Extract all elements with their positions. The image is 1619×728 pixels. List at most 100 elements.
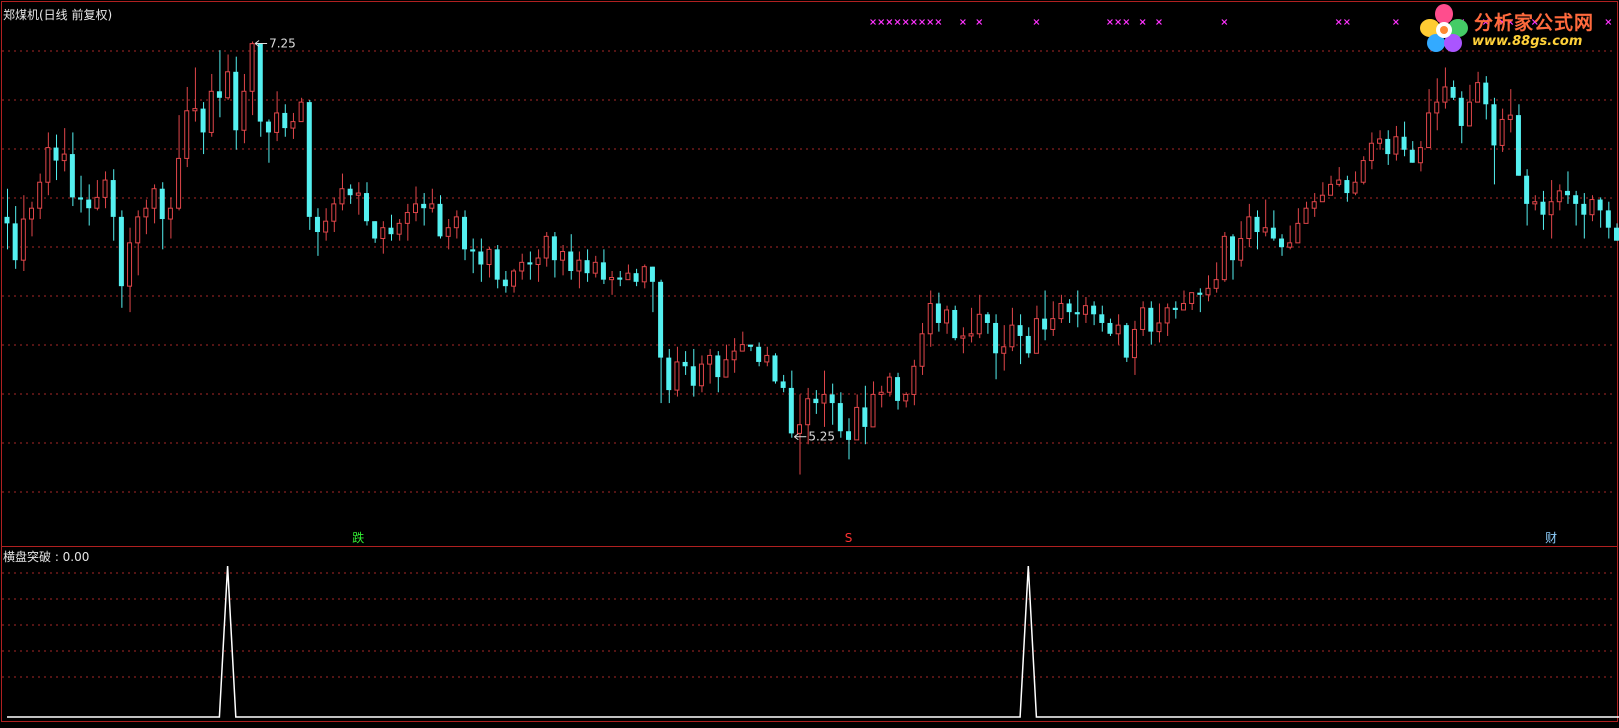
- candle: [177, 115, 181, 210]
- candle: [185, 87, 189, 167]
- candle-body: [961, 336, 965, 338]
- candle-body: [1459, 98, 1464, 126]
- candle-body: [1116, 325, 1120, 334]
- logo-url: www.88gs.com: [1472, 34, 1582, 49]
- candle: [1067, 299, 1072, 323]
- candle-body: [1565, 191, 1570, 195]
- candle: [838, 392, 843, 437]
- candle-body: [70, 154, 75, 197]
- candle: [414, 187, 418, 222]
- candle: [1018, 314, 1023, 364]
- candle-body: [1524, 176, 1529, 204]
- candle: [275, 91, 279, 141]
- candle-body: [855, 407, 859, 439]
- candle: [348, 184, 353, 203]
- candle-body: [879, 392, 883, 394]
- candle: [193, 67, 197, 121]
- label-text: 5.25: [808, 430, 835, 444]
- candle: [62, 128, 66, 171]
- candle-body: [748, 345, 753, 347]
- candle: [282, 104, 287, 136]
- candle-body: [185, 111, 189, 159]
- candle: [1002, 325, 1006, 370]
- candle: [487, 247, 491, 277]
- candle: [1524, 169, 1529, 225]
- candle-body: [691, 366, 696, 385]
- candle: [748, 345, 753, 351]
- candle-body: [332, 204, 336, 221]
- candle-body: [1067, 303, 1072, 312]
- candle: [495, 245, 500, 288]
- candle-body: [969, 334, 973, 336]
- candle-body: [1263, 228, 1267, 232]
- candle-body: [275, 113, 279, 132]
- candle: [1516, 104, 1521, 175]
- candle-body: [340, 189, 344, 204]
- candle: [1337, 167, 1341, 186]
- candle-body: [226, 72, 230, 98]
- candle: [168, 197, 172, 238]
- candle: [315, 208, 320, 256]
- candle-body: [1500, 119, 1504, 145]
- candle: [503, 271, 508, 293]
- flower-logo-icon: [1416, 2, 1472, 54]
- candlestick-series: [5, 41, 1619, 474]
- candle-body: [315, 217, 320, 232]
- candle: [1590, 195, 1594, 221]
- candle: [1573, 191, 1578, 226]
- candle-body: [1491, 104, 1496, 145]
- candle: [642, 265, 646, 289]
- candle: [226, 54, 230, 99]
- candle-body: [1197, 293, 1202, 295]
- candle-body: [1361, 161, 1365, 183]
- chart-title: 郑煤机(日线 前复权): [3, 6, 112, 23]
- candle-body: [193, 109, 197, 111]
- chart-stage: 7.255.25 跌S财减 郑煤机(日线 前复权) 横盘突破 : 0.00 分析…: [0, 0, 1619, 724]
- candle: [1132, 321, 1136, 375]
- candle: [1222, 232, 1226, 282]
- candle: [1034, 306, 1038, 354]
- candle-body: [1557, 191, 1561, 202]
- candle-body: [266, 122, 271, 133]
- candle: [1402, 122, 1407, 157]
- candle-body: [1369, 143, 1373, 160]
- candle-body: [772, 355, 777, 381]
- logo-brand: 分析家公式网: [1474, 8, 1594, 35]
- candle-body: [152, 189, 156, 208]
- candle: [217, 50, 222, 117]
- candle: [209, 74, 213, 137]
- candle: [1369, 132, 1373, 169]
- candle: [381, 221, 385, 253]
- candle-body: [945, 310, 949, 323]
- candle-body: [1214, 280, 1218, 289]
- chart-svg: 7.255.25 跌S财减: [0, 0, 1619, 724]
- candle-body: [78, 197, 83, 199]
- candle: [299, 98, 303, 122]
- candle: [740, 332, 744, 351]
- candle-body: [364, 193, 369, 221]
- candle-body: [430, 204, 434, 208]
- candle: [324, 208, 328, 240]
- candle: [1148, 301, 1153, 344]
- candle: [552, 232, 557, 277]
- candle: [1491, 98, 1496, 185]
- candle-body: [1059, 303, 1063, 318]
- candle-body: [30, 208, 34, 219]
- candle-body: [1606, 210, 1611, 227]
- candle: [1255, 210, 1260, 249]
- candle: [1483, 76, 1488, 119]
- indicator-series: [7, 566, 1619, 717]
- candle: [846, 418, 851, 459]
- candle-body: [952, 310, 957, 338]
- candle-body: [1173, 308, 1178, 310]
- signal-markers: 跌S财减: [352, 530, 1619, 545]
- candle-body: [356, 193, 360, 195]
- candle: [1549, 180, 1553, 238]
- candle-body: [732, 351, 736, 360]
- candle: [1124, 323, 1129, 362]
- cross-symbol: [871, 20, 876, 25]
- candle: [1099, 306, 1104, 332]
- candle-body: [1247, 217, 1251, 239]
- candle: [103, 171, 107, 208]
- candle-body: [1190, 293, 1194, 304]
